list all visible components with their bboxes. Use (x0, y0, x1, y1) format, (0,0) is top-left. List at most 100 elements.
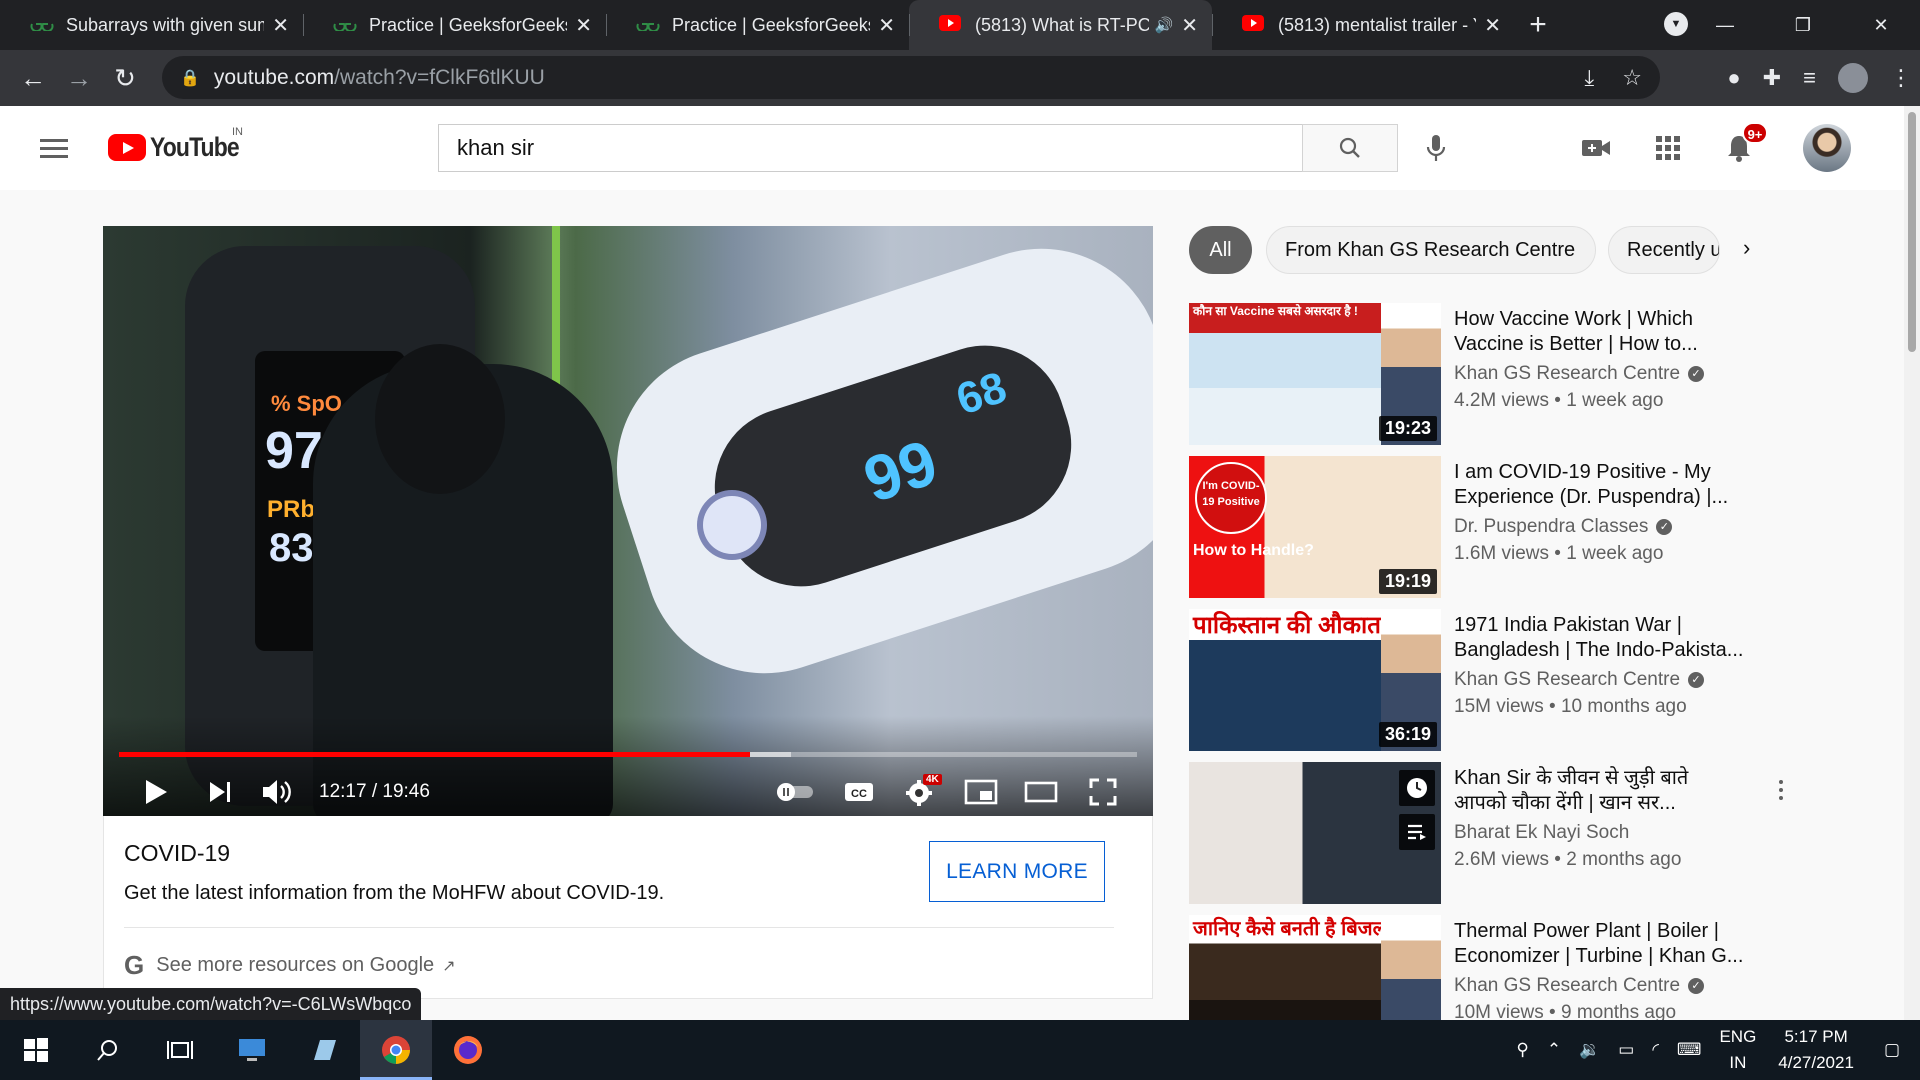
video-title[interactable]: Khan Sir के जीवन से जुड़ी बाते आपको चौका… (1454, 766, 1744, 816)
recommendation-item[interactable]: पाकिस्तान की औकात 36:19 1971 India Pakis… (1189, 609, 1749, 755)
task-view-icon[interactable] (144, 1020, 216, 1080)
chevron-right-icon[interactable]: › (1743, 235, 1750, 261)
keyboard-icon[interactable]: ⌨ (1677, 1040, 1702, 1060)
taskbar-clock[interactable]: 5:17 PM 4/27/2021 (1778, 1024, 1854, 1076)
more-actions-icon[interactable] (1769, 770, 1793, 810)
close-tab-icon[interactable]: ✕ (1484, 13, 1501, 38)
video-thumbnail[interactable] (1189, 762, 1441, 904)
lock-icon[interactable]: 🔒 (180, 68, 200, 88)
search-input[interactable] (438, 124, 1302, 172)
miniplayer-button[interactable] (961, 770, 1001, 814)
video-thumbnail[interactable]: कौन सा Vaccine सबसे असरदार है ! 19:23 (1189, 303, 1441, 445)
close-window-icon[interactable]: ✕ (1842, 15, 1920, 36)
channel-name[interactable]: Khan GS Research Centre ✓ (1454, 669, 1705, 691)
browser-tab[interactable]: (5813) mentalist trailer - Y ✕ (1212, 0, 1515, 50)
video-title[interactable]: Thermal Power Plant | Boiler | Economize… (1454, 919, 1744, 969)
youtube-logo[interactable]: YouTube IN (108, 126, 254, 163)
browser-tab-active[interactable]: (5813) What is RT-PCR 🔊 ✕ (909, 0, 1212, 50)
chip-recently-uploaded[interactable]: Recently uploaded (1608, 226, 1720, 274)
browser-tab[interactable]: Practice | GeeksforGeeks | ✕ (606, 0, 909, 50)
extension-icon[interactable]: ● (1727, 65, 1740, 91)
theater-mode-button[interactable] (1021, 770, 1061, 814)
scrollbar-thumb[interactable] (1908, 112, 1916, 352)
close-tab-icon[interactable]: ✕ (575, 13, 592, 38)
fullscreen-icon (1089, 778, 1117, 806)
verified-check-icon: ✓ (1688, 366, 1705, 382)
hamburger-menu-icon[interactable] (40, 139, 68, 163)
close-tab-icon[interactable]: ✕ (1181, 13, 1198, 38)
covid-info-panel: COVID-19 Get the latest information from… (103, 816, 1153, 999)
voice-search-button[interactable] (1418, 130, 1454, 166)
search-button[interactable] (1302, 124, 1398, 172)
volume-tray-icon[interactable]: 🔉 (1579, 1040, 1600, 1060)
windows-start-icon[interactable] (0, 1020, 72, 1080)
youtube-masthead: YouTube IN 9+ (0, 106, 1920, 190)
show-hidden-icons-chevron-icon[interactable]: ⌃ (1547, 1040, 1561, 1060)
video-thumbnail[interactable]: पाकिस्तान की औकात 36:19 (1189, 609, 1441, 751)
channel-name[interactable]: Khan GS Research Centre ✓ (1454, 363, 1705, 385)
browser-tab[interactable]: Subarrays with given sum ✕ (0, 0, 303, 50)
video-player[interactable]: % SpO₂ 97 PRbpm 83 99 68 12:17 / 19:46 C… (103, 226, 1153, 816)
restore-icon[interactable]: ❐ (1764, 15, 1842, 36)
install-app-icon[interactable]: ⤓ (1585, 65, 1595, 91)
chip-from-channel[interactable]: From Khan GS Research Centre (1266, 226, 1596, 274)
channel-name[interactable]: Khan GS Research Centre ✓ (1454, 975, 1705, 997)
channel-name[interactable]: Bharat Ek Nayi Soch (1454, 822, 1629, 844)
forward-arrow-icon[interactable]: → (56, 55, 102, 101)
video-title[interactable]: 1971 India Pakistan War | Bangladesh | T… (1454, 613, 1744, 663)
wifi-icon[interactable]: ◜ (1652, 1040, 1659, 1060)
thumbnail-text-2: How to Handle? (1193, 542, 1314, 559)
progress-bar[interactable] (119, 752, 1137, 757)
taskbar-search-icon[interactable] (72, 1020, 144, 1080)
create-video-button[interactable] (1580, 132, 1612, 164)
address-bar[interactable]: 🔒 youtube.com/watch?v=fClkF6tlKUU ⤓ ☆ (162, 56, 1660, 99)
page-scrollbar[interactable] (1904, 106, 1920, 1020)
play-button[interactable] (139, 770, 173, 814)
new-tab-button[interactable]: + (1515, 0, 1561, 50)
this-pc-icon[interactable] (216, 1020, 288, 1080)
firefox-taskbar-icon[interactable] (432, 1020, 504, 1080)
battery-icon[interactable]: ▭ (1618, 1040, 1634, 1060)
fullscreen-button[interactable] (1083, 770, 1123, 814)
skip-next-icon (210, 782, 230, 802)
speaker-icon[interactable]: 🔊 (1155, 16, 1174, 34)
video-title[interactable]: How Vaccine Work | Which Vaccine is Bett… (1454, 307, 1744, 357)
back-arrow-icon[interactable]: ← (10, 55, 56, 101)
recommendation-item-hovered[interactable]: Khan Sir के जीवन से जुड़ी बाते आपको चौका… (1189, 762, 1783, 908)
next-video-button[interactable] (203, 770, 237, 814)
close-tab-icon[interactable]: ✕ (878, 13, 895, 38)
bookmark-star-icon[interactable]: ☆ (1622, 65, 1642, 91)
video-title[interactable]: I am COVID-19 Positive - My Experience (… (1454, 460, 1744, 510)
account-avatar[interactable] (1803, 124, 1851, 172)
minimize-icon[interactable]: — (1686, 15, 1764, 36)
chip-all[interactable]: All (1189, 226, 1252, 274)
autoplay-toggle[interactable] (773, 770, 817, 814)
watch-later-clock-icon[interactable] (1399, 770, 1435, 806)
puzzle-extensions-icon[interactable]: ✚ (1763, 65, 1781, 91)
youtube-icon (1242, 14, 1266, 36)
video-thumbnail[interactable]: I'm COVID-19 Positive How to Handle? 19:… (1189, 456, 1441, 598)
channel-name[interactable]: Dr. Puspendra Classes ✓ (1454, 516, 1673, 538)
media-queue-icon[interactable]: ≡ (1803, 65, 1816, 91)
tab-title: Practice | GeeksforGeeks | (672, 14, 871, 35)
apps-button[interactable] (1652, 132, 1684, 164)
recommendation-item[interactable]: कौन सा Vaccine सबसे असरदार है ! 19:23 Ho… (1189, 303, 1749, 449)
settings-button[interactable]: 4K (899, 770, 943, 814)
learn-more-button[interactable]: LEARN MORE (929, 841, 1105, 902)
mute-button[interactable] (259, 770, 295, 814)
region-code: IN (1729, 1053, 1747, 1072)
chrome-menu-icon[interactable]: ⋮ (1890, 65, 1912, 91)
reload-icon[interactable]: ↻ (102, 55, 148, 101)
recommendation-item[interactable]: I'm COVID-19 Positive How to Handle? 19:… (1189, 456, 1749, 602)
people-icon[interactable]: ⚲ (1516, 1040, 1528, 1060)
tab-search-icon[interactable]: ▼ (1664, 12, 1688, 36)
action-center-icon[interactable]: ▢ (1884, 1040, 1900, 1060)
add-to-queue-icon[interactable] (1399, 814, 1435, 850)
input-language[interactable]: ENG IN (1719, 1024, 1756, 1076)
notes-app-icon[interactable] (288, 1020, 360, 1080)
close-tab-icon[interactable]: ✕ (272, 13, 289, 38)
google-resources-link[interactable]: G See more resources on Google ↗ (124, 950, 456, 981)
browser-tab[interactable]: Practice | GeeksforGeeks | ✕ (303, 0, 606, 50)
profile-avatar[interactable] (1838, 62, 1868, 93)
chrome-taskbar-icon[interactable] (360, 1020, 432, 1080)
